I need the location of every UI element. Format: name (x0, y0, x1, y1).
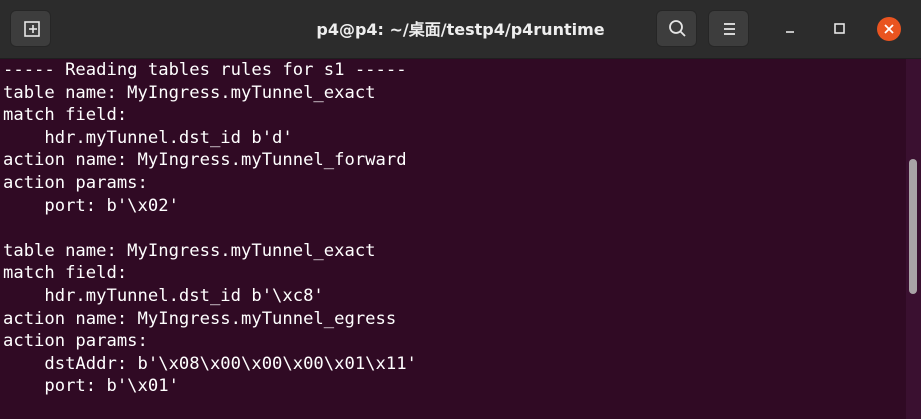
terminal-output[interactable]: ----- Reading tables rules for s1 ----- … (0, 59, 906, 419)
terminal-window: p4@p4: ~/桌面/testp4/p4runtime ----- Readi… (0, 0, 921, 419)
terminal-line: table name: MyIngress.myTunnel_exact (3, 82, 376, 103)
vertical-scrollbar[interactable] (906, 59, 921, 419)
new-tab-icon (24, 21, 40, 37)
terminal-line: table name: MyIngress.myTunnel_exact (3, 240, 376, 261)
close-icon (877, 17, 901, 41)
terminal-line: hdr.myTunnel.dst_id b'd' (3, 127, 293, 148)
menu-button[interactable] (708, 10, 749, 47)
minimize-icon (786, 31, 794, 33)
terminal-line: ----- Reading tables rules for s1 ----- (3, 60, 407, 80)
terminal-line: match field: (3, 105, 128, 126)
search-icon (669, 20, 686, 37)
terminal-line: port: b'\x02' (3, 195, 179, 216)
new-tab-button[interactable] (10, 10, 51, 47)
minimize-button[interactable] (778, 17, 802, 41)
maximize-icon (834, 23, 845, 34)
terminal-line: action params: (3, 331, 148, 352)
hamburger-menu-icon (724, 23, 735, 35)
terminal-line: match field: (3, 263, 128, 284)
terminal-line: action params: (3, 172, 148, 193)
title-bar[interactable]: p4@p4: ~/桌面/testp4/p4runtime (0, 0, 921, 59)
terminal-line: hdr.myTunnel.dst_id b'\xc8' (3, 285, 324, 306)
terminal-line: port: b'\x01' (3, 376, 179, 397)
search-button[interactable] (656, 10, 697, 47)
window-title: p4@p4: ~/桌面/testp4/p4runtime (316, 20, 605, 39)
close-button[interactable] (877, 17, 901, 41)
terminal-line: dstAddr: b'\x08\x00\x00\x00\x01\x11' (3, 353, 417, 374)
terminal-line: action name: MyIngress.myTunnel_forward (3, 150, 407, 171)
terminal-line: action name: MyIngress.myTunnel_egress (3, 308, 397, 329)
scrollbar-thumb[interactable] (909, 159, 917, 294)
maximize-button[interactable] (827, 17, 851, 41)
